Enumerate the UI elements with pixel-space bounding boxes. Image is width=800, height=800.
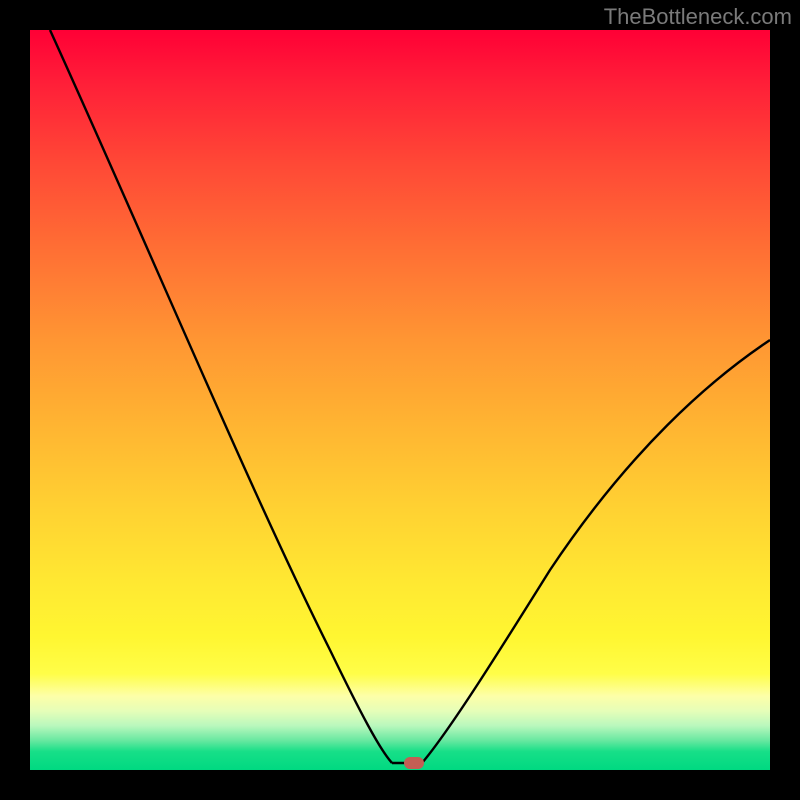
bottleneck-curve bbox=[30, 30, 770, 770]
chart-frame: TheBottleneck.com bbox=[0, 0, 800, 800]
minimum-marker bbox=[404, 757, 424, 769]
plot-area bbox=[30, 30, 770, 770]
watermark-text: TheBottleneck.com bbox=[604, 4, 792, 30]
